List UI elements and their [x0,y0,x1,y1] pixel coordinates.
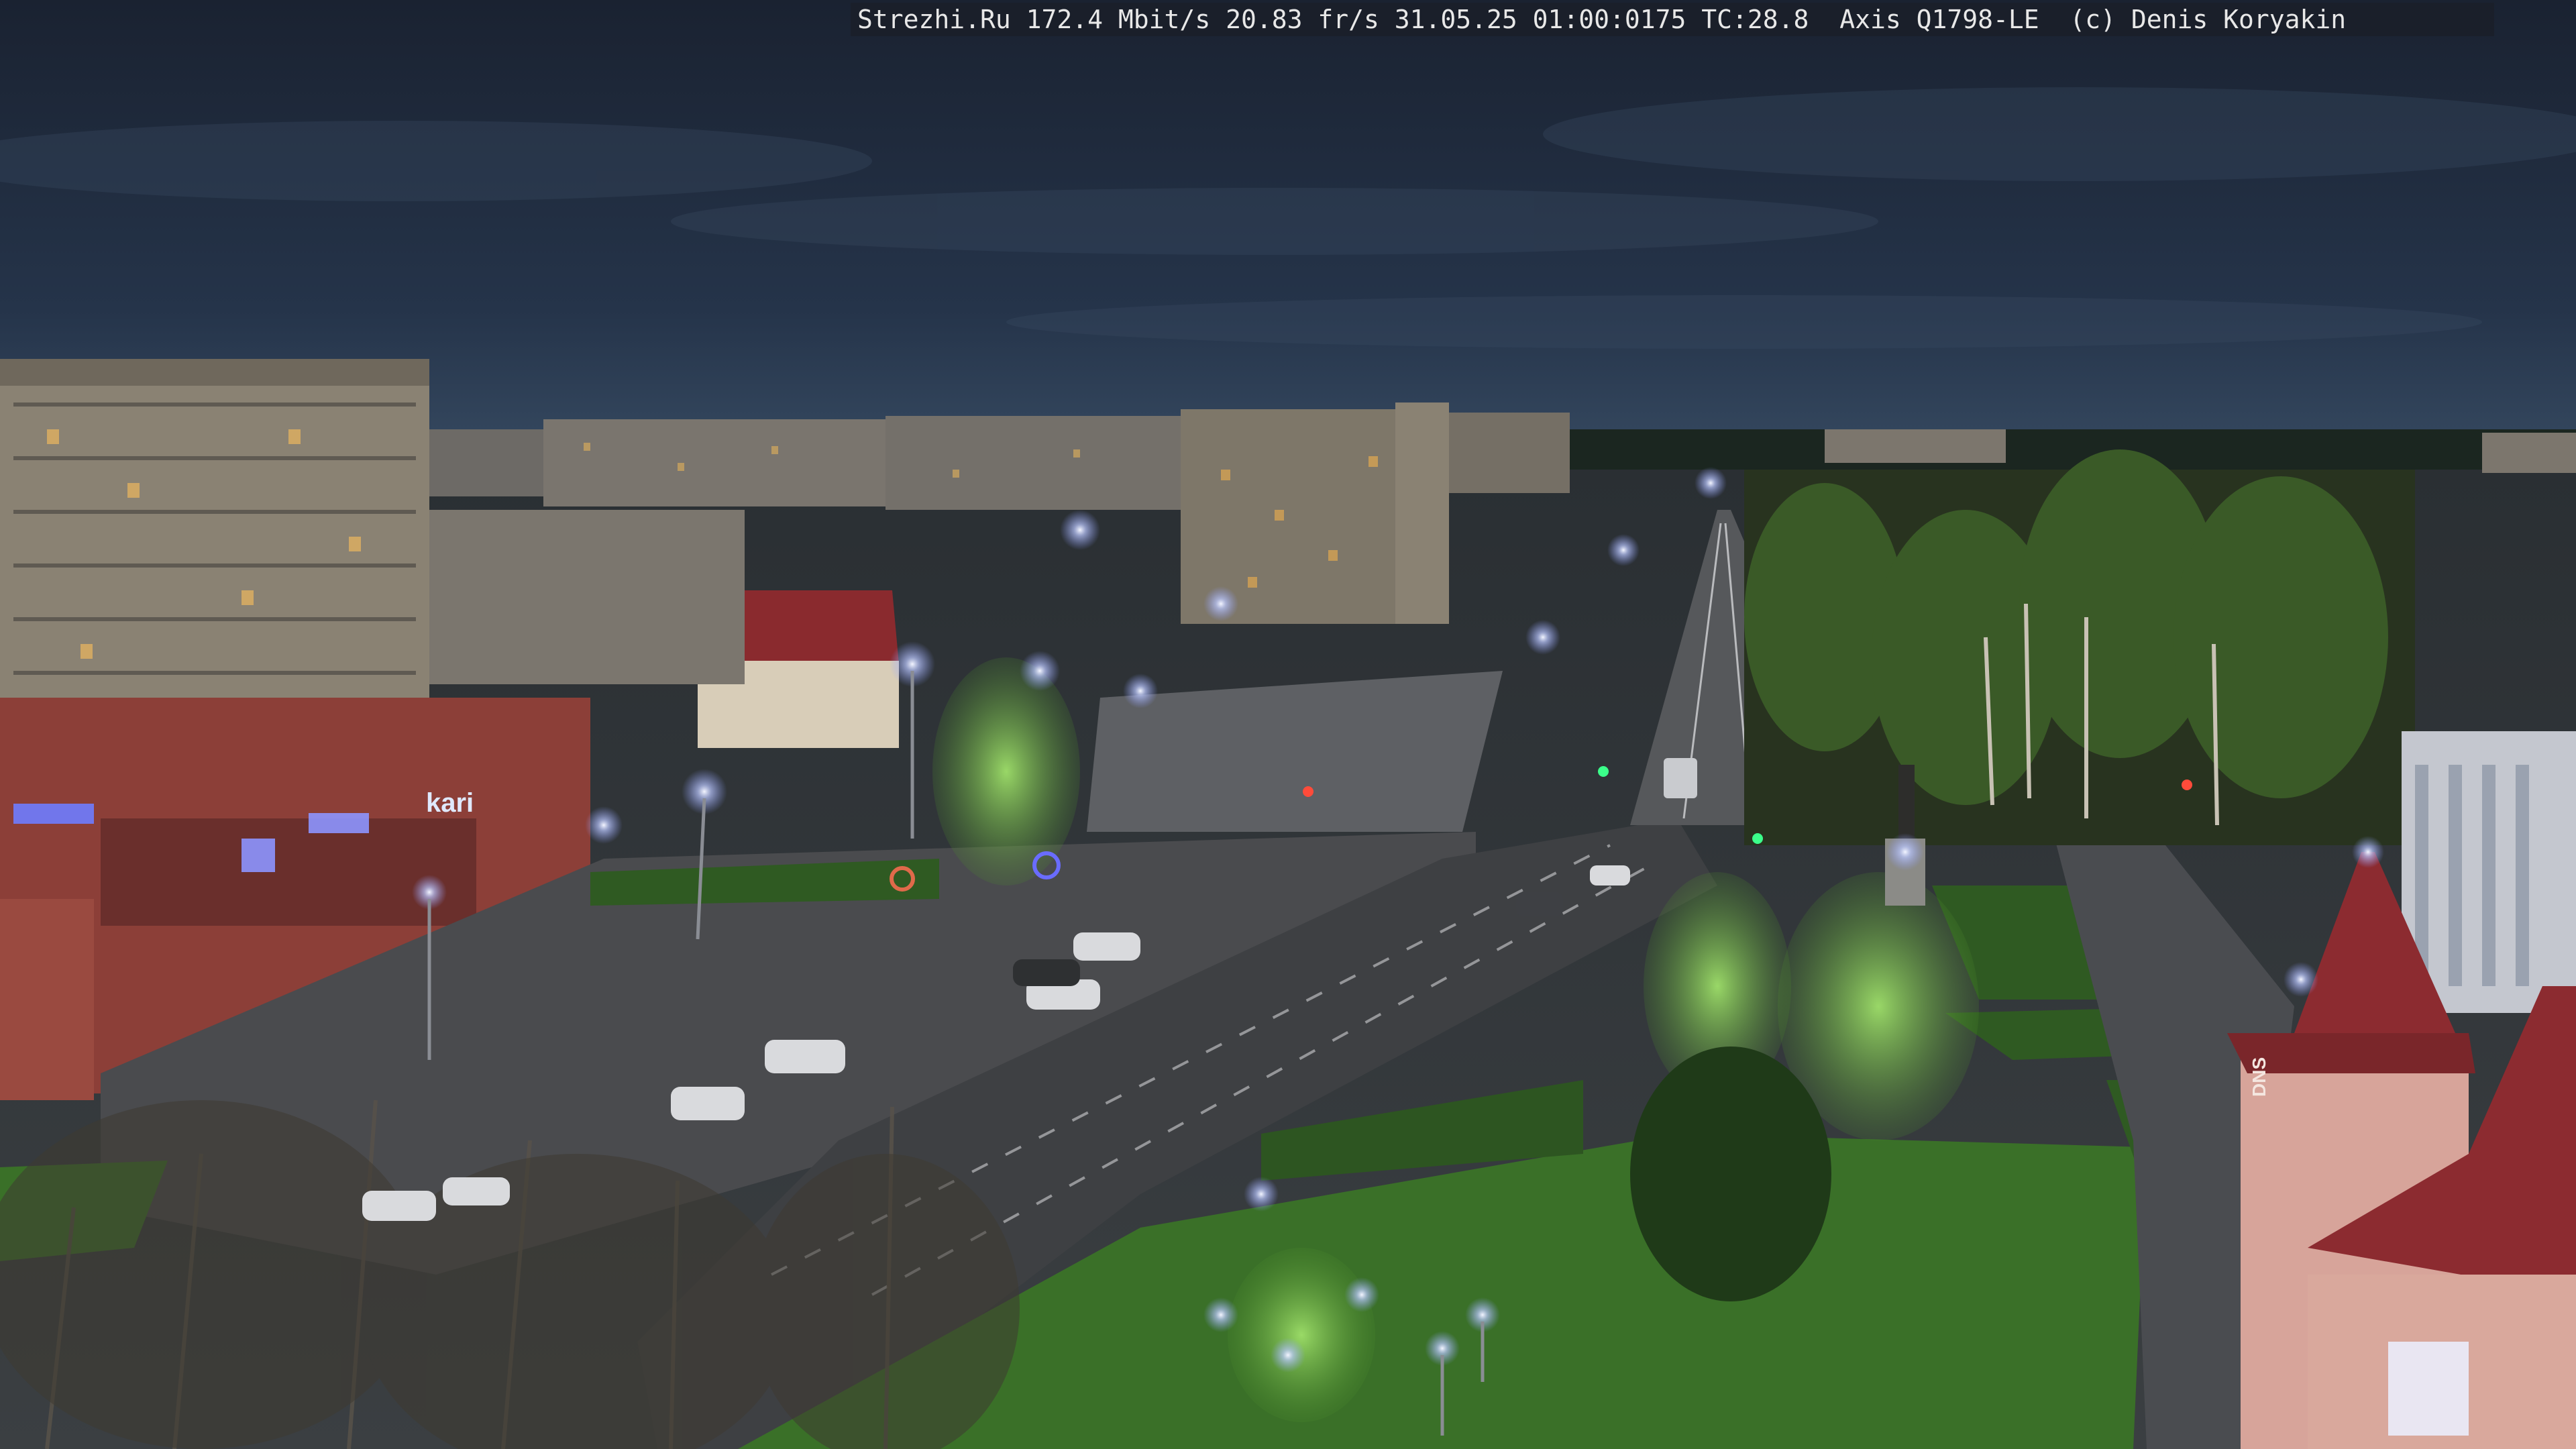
store-sign-kari: kari [426,788,474,818]
store-sign-dns: DNS [2249,1057,2269,1097]
webcam-scene: kari DNS Strezhi.Ru 172.4 Mbit/s 20.83 f… [0,0,2576,1449]
forest-right [1744,449,2415,845]
mid-apartment [429,510,745,684]
camera-info-overlay: Strezhi.Ru 172.4 Mbit/s 20.83 fr/s 31.05… [851,3,2494,36]
night-town-view [0,0,2576,1449]
